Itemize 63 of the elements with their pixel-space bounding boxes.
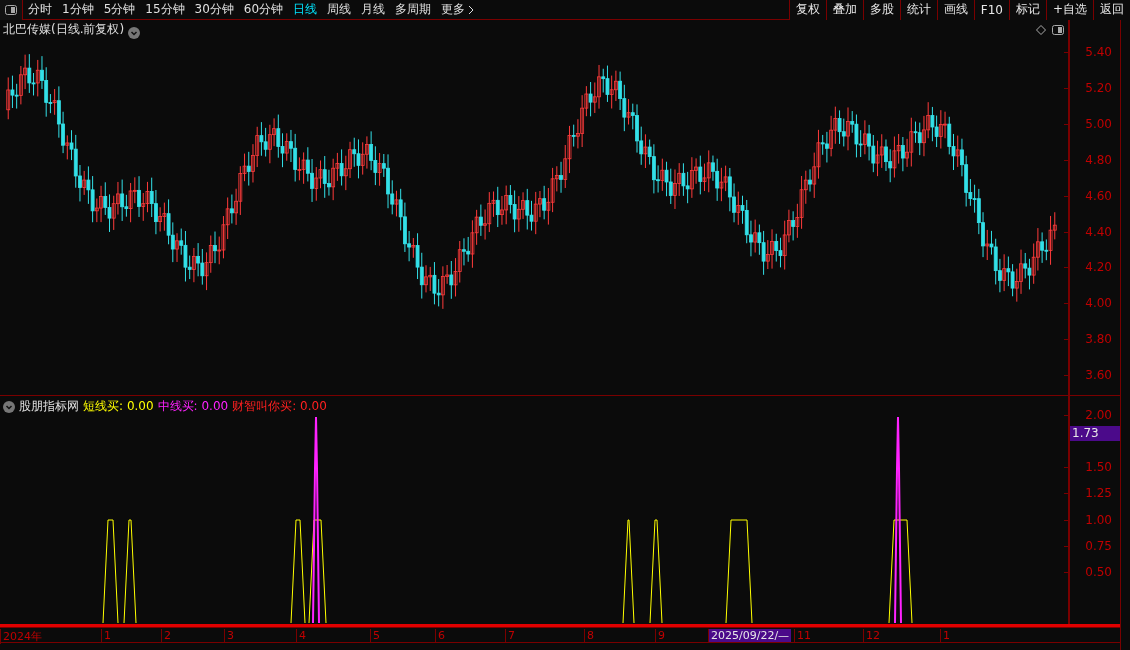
toolbar-button[interactable]: 多股 [862,0,900,20]
chart-title: 北巴传媒(日线.前复权) [3,21,125,38]
toolbar-button[interactable]: +自选 [1045,0,1093,20]
date-label: 4 [296,629,308,642]
price-tick: 4.60 [1085,188,1112,203]
indicator-name: 股朋指标网 [19,398,79,415]
toolbar-button[interactable]: 标记 [1008,0,1046,20]
price-tick: 4.80 [1085,152,1112,167]
indicator-tick: 1.00 [1085,513,1112,527]
period-tab[interactable]: 分时 [23,0,57,20]
indicator-tick: 0.75 [1085,539,1112,553]
toolbar-button[interactable]: F10 [973,0,1009,20]
toolbar-button[interactable]: 画线 [936,0,974,20]
period-tab[interactable]: 更多 [436,0,480,20]
period-tab[interactable]: 周线 [322,0,357,20]
period-tab[interactable]: 1分钟 [57,0,99,20]
layout-toggle-button[interactable] [0,0,23,20]
indicator-tick: 2.00 [1085,408,1112,422]
collapse-icon[interactable] [3,400,15,413]
indicator-tick: 1.25 [1085,486,1112,500]
period-tab[interactable]: 多周期 [390,0,437,20]
indicator-tick: 0.50 [1085,565,1112,579]
price-tick: 4.20 [1085,260,1112,275]
price-tick: 5.00 [1085,116,1112,131]
indicator-value: 短线买: 0.00 [83,398,154,415]
period-tab[interactable]: 5分钟 [98,0,141,20]
period-tab[interactable]: 15分钟 [140,0,190,20]
indicator-value: 财智叫你买: 0.00 [232,398,327,415]
date-label: 2024年 [0,629,44,644]
period-tab[interactable]: 日线 [288,0,323,20]
date-label: 3 [224,629,236,642]
period-tab[interactable]: 30分钟 [189,0,239,20]
toolbar-button[interactable]: 叠加 [825,0,863,20]
date-label: 2025/09/22/— [708,629,792,642]
price-tick: 3.80 [1085,332,1112,347]
price-tick: 4.40 [1085,224,1112,239]
date-label: 5 [370,629,382,642]
date-label: 12 [863,629,882,642]
period-tab[interactable]: 月线 [356,0,391,20]
date-label: 8 [584,629,596,642]
date-label: 9 [655,629,667,642]
date-label: 1 [940,629,952,642]
period-tab[interactable]: 60分钟 [238,0,289,20]
chevron-right-icon [468,4,475,15]
indicator-tick: 1.50 [1085,460,1112,474]
cursor-value: 1.73 [1070,426,1120,441]
collapse-icon[interactable] [128,27,140,39]
price-tick: 5.40 [1085,45,1112,59]
date-label: 1 [101,629,113,642]
price-tick: 5.20 [1085,80,1112,95]
date-label: 7 [505,629,517,642]
toolbar-button[interactable]: 返回 [1093,0,1130,20]
panel-toggle-icon[interactable] [1052,25,1064,35]
diamond-icon[interactable] [1036,25,1046,35]
date-label: 6 [435,629,447,642]
price-tick: 3.60 [1085,368,1112,383]
date-label: 2 [161,629,173,642]
toolbar-button[interactable]: 复权 [788,0,826,20]
toolbar-button[interactable]: 统计 [899,0,937,20]
date-label: 11 [794,629,813,642]
panel-toggle-icon [5,4,17,15]
price-tick: 4.00 [1085,296,1112,311]
indicator-value: 中线买: 0.00 [157,398,229,415]
